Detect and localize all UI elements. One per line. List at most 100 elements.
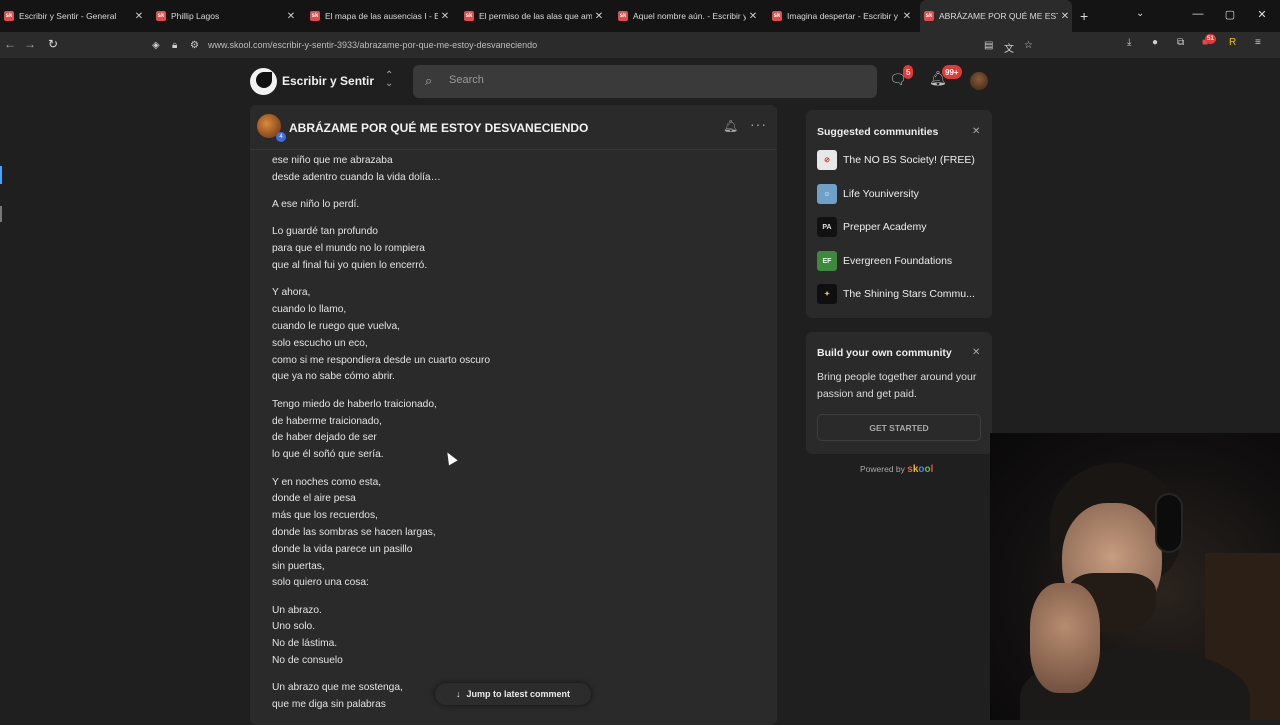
poem-stanza: Un abrazo. Uno solo. No de lástima. No de c…	[272, 603, 752, 670]
browser-tab[interactable]: sk El permiso de las alas que amé ✕	[460, 0, 606, 32]
webcam-overlay	[990, 433, 1280, 720]
suggested-community-item[interactable]: ✦ The Shining Stars Commu...	[817, 283, 987, 305]
poem-line: para que el mundo no lo rompiera	[272, 243, 425, 255]
close-tab-icon[interactable]: ✕	[284, 11, 298, 22]
skool-logo[interactable]: skool	[907, 464, 933, 475]
poem-line: Y ahora,	[272, 287, 311, 299]
community-name[interactable]: Escribir y Sentir	[282, 74, 374, 88]
menu-icon[interactable]: ≡	[1255, 37, 1261, 48]
site-settings-icon[interactable]: ⚙	[190, 40, 199, 51]
close-tab-icon[interactable]: ✕	[900, 11, 914, 22]
bookmark-star-icon[interactable]: ☆	[1024, 40, 1033, 51]
skool-favicon-icon: sk	[772, 11, 782, 21]
close-tab-icon[interactable]: ✕	[1058, 11, 1072, 22]
post-more-options-icon[interactable]: ···	[750, 116, 767, 132]
downloads-icon[interactable]: ⤓	[1127, 37, 1131, 48]
community-switcher-icon[interactable]: ⌃ ⌄	[385, 71, 393, 89]
account-icon[interactable]: ●	[1152, 37, 1158, 48]
close-window-icon[interactable]: ✕	[1254, 8, 1270, 21]
poem-line: A ese niño lo perdí.	[272, 198, 360, 210]
r-extension-icon[interactable]: R	[1229, 37, 1236, 48]
poem-stanza: A ese niño lo perdí.	[272, 197, 752, 214]
browser-tab-title: Escribir y Sentir - General	[19, 11, 117, 21]
browser-tab[interactable]: sk Escribir y Sentir - General ✕	[0, 0, 146, 32]
suggested-communities-card: Suggested communities ✕ ⊘ The NO BS Socie…	[806, 110, 992, 318]
poem-stanza: Y en noches como esta, donde el aire pesa…	[272, 475, 752, 593]
reload-icon[interactable]: ↻	[48, 37, 58, 51]
browser-tab-title: Aquel nombre aún. - Escribir y S	[633, 11, 746, 21]
poem-line: donde las sombras se hacen largas,	[272, 526, 436, 538]
forward-icon[interactable]: →	[24, 37, 36, 51]
powered-by-label: Powered by	[860, 464, 905, 474]
jump-to-latest-comment-button[interactable]: ↓ Jump to latest comment	[435, 683, 591, 705]
translate-icon[interactable]: 文	[1004, 40, 1014, 55]
shield-icon[interactable]: ◈	[152, 40, 160, 51]
poem-line: más que los recuerdos,	[272, 510, 378, 522]
browser-tab[interactable]: sk ABRÁZAME POR QUÉ ME ESTOY✕	[920, 0, 1072, 32]
user-avatar[interactable]	[970, 72, 988, 90]
close-tab-icon[interactable]: ✕	[746, 11, 760, 22]
post-notification-bell-icon[interactable]: 🔔︎	[723, 119, 738, 133]
poem-line: de haberme traicionado,	[272, 415, 382, 427]
browser-tab-title: El permiso de las alas que amé	[479, 11, 592, 21]
poem-line: No de lástima.	[272, 638, 338, 650]
post-body: después de la lluvia,ese niño que me abr…	[272, 136, 752, 725]
url-text[interactable]: www.skool.com/escribir-y-sentir-3933/abr…	[208, 40, 537, 50]
notification-badge: 99+	[942, 65, 962, 79]
poem-line: Tengo miedo de haberlo traicionado,	[272, 398, 437, 410]
author-level-badge: 4	[276, 132, 286, 142]
community-name: The Shining Stars Commu...	[843, 288, 975, 300]
close-icon[interactable]: ✕	[972, 347, 980, 358]
close-tab-icon[interactable]: ✕	[592, 11, 606, 22]
poem-line: No de consuelo	[272, 655, 343, 667]
build-community-title: Build your own community	[817, 347, 952, 359]
community-name: The NO BS Society! (FREE)	[843, 154, 975, 166]
poem-line: cuando le ruego que vuelva,	[272, 320, 401, 332]
browser-tab[interactable]: sk Phillip Lagos ✕	[152, 0, 298, 32]
webcam-person-hand	[1030, 583, 1100, 693]
poem-line: ese niño que me abrazaba	[272, 154, 393, 166]
skool-favicon-icon: sk	[4, 11, 14, 21]
get-started-button[interactable]: GET STARTED	[817, 414, 981, 441]
search-input[interactable]	[449, 74, 849, 86]
poem-stanza: Lo guardé tan profundo para que el mundo …	[272, 224, 752, 274]
community-avatar-icon: ✦	[817, 284, 837, 304]
skool-favicon-icon: sk	[156, 11, 166, 21]
powered-by[interactable]: Powered by skool	[860, 464, 933, 475]
back-icon[interactable]: ←	[4, 37, 16, 51]
poem-stanza: Tengo miedo de haberlo traicionado, de ha…	[272, 397, 752, 464]
close-tab-icon[interactable]: ✕	[438, 11, 452, 22]
new-tab-button[interactable]: +	[1080, 8, 1088, 24]
poem-line: que al final fui yo quien lo encerró.	[272, 259, 428, 271]
browser-tab-title: ABRÁZAME POR QUÉ ME ESTOY	[939, 11, 1058, 21]
browser-tab-title: Imagina despertar - Escribir y Se	[787, 11, 900, 21]
close-icon[interactable]: ✕	[972, 126, 980, 137]
browser-tab-title: Phillip Lagos	[171, 11, 220, 21]
browser-tab[interactable]: sk Imagina despertar - Escribir y Se ✕	[768, 0, 914, 32]
poem-line: Lo guardé tan profundo	[272, 226, 378, 238]
lock-icon[interactable]: 🔒︎	[172, 40, 177, 51]
suggested-community-item[interactable]: ⊘ The NO BS Society! (FREE)	[817, 149, 987, 171]
community-logo[interactable]	[250, 68, 277, 95]
browser-tab[interactable]: sk El mapa de las ausencias I - Escr✕	[306, 0, 452, 32]
skool-favicon-icon: sk	[310, 11, 320, 21]
suggested-community-item[interactable]: EF Evergreen Foundations	[817, 250, 987, 272]
close-tab-icon[interactable]: ✕	[132, 11, 146, 22]
extensions-icon[interactable]: ⧉	[1177, 37, 1184, 48]
suggested-community-item[interactable]: PA Prepper Academy	[817, 216, 987, 238]
reader-view-icon[interactable]: ▤	[984, 40, 993, 51]
skool-favicon-icon: sk	[618, 11, 628, 21]
search-box[interactable]: ⌕	[413, 65, 877, 98]
browser-tab[interactable]: sk Aquel nombre aún. - Escribir y S ✕	[614, 0, 760, 32]
minimize-icon[interactable]: —	[1190, 8, 1206, 20]
suggested-community-item[interactable]: ☺ Life Youniversity	[817, 183, 987, 205]
address-bar[interactable]: ◈ 🔒︎ ⚙ www.skool.com/escribir-y-sentir-3…	[146, 35, 1046, 55]
tab-list-chevron-icon[interactable]: ⌄	[1136, 8, 1144, 19]
chat-badge: 5	[903, 65, 914, 79]
build-community-card: Build your own community ✕ Bring people …	[806, 332, 992, 454]
community-avatar-icon: ☺	[817, 184, 837, 204]
maximize-icon[interactable]: ▢	[1222, 8, 1238, 21]
poem-line: lo que él soñó que sería.	[272, 449, 384, 461]
skool-favicon-icon: sk	[464, 11, 474, 21]
poem-line: de haber dejado de ser	[272, 432, 377, 444]
